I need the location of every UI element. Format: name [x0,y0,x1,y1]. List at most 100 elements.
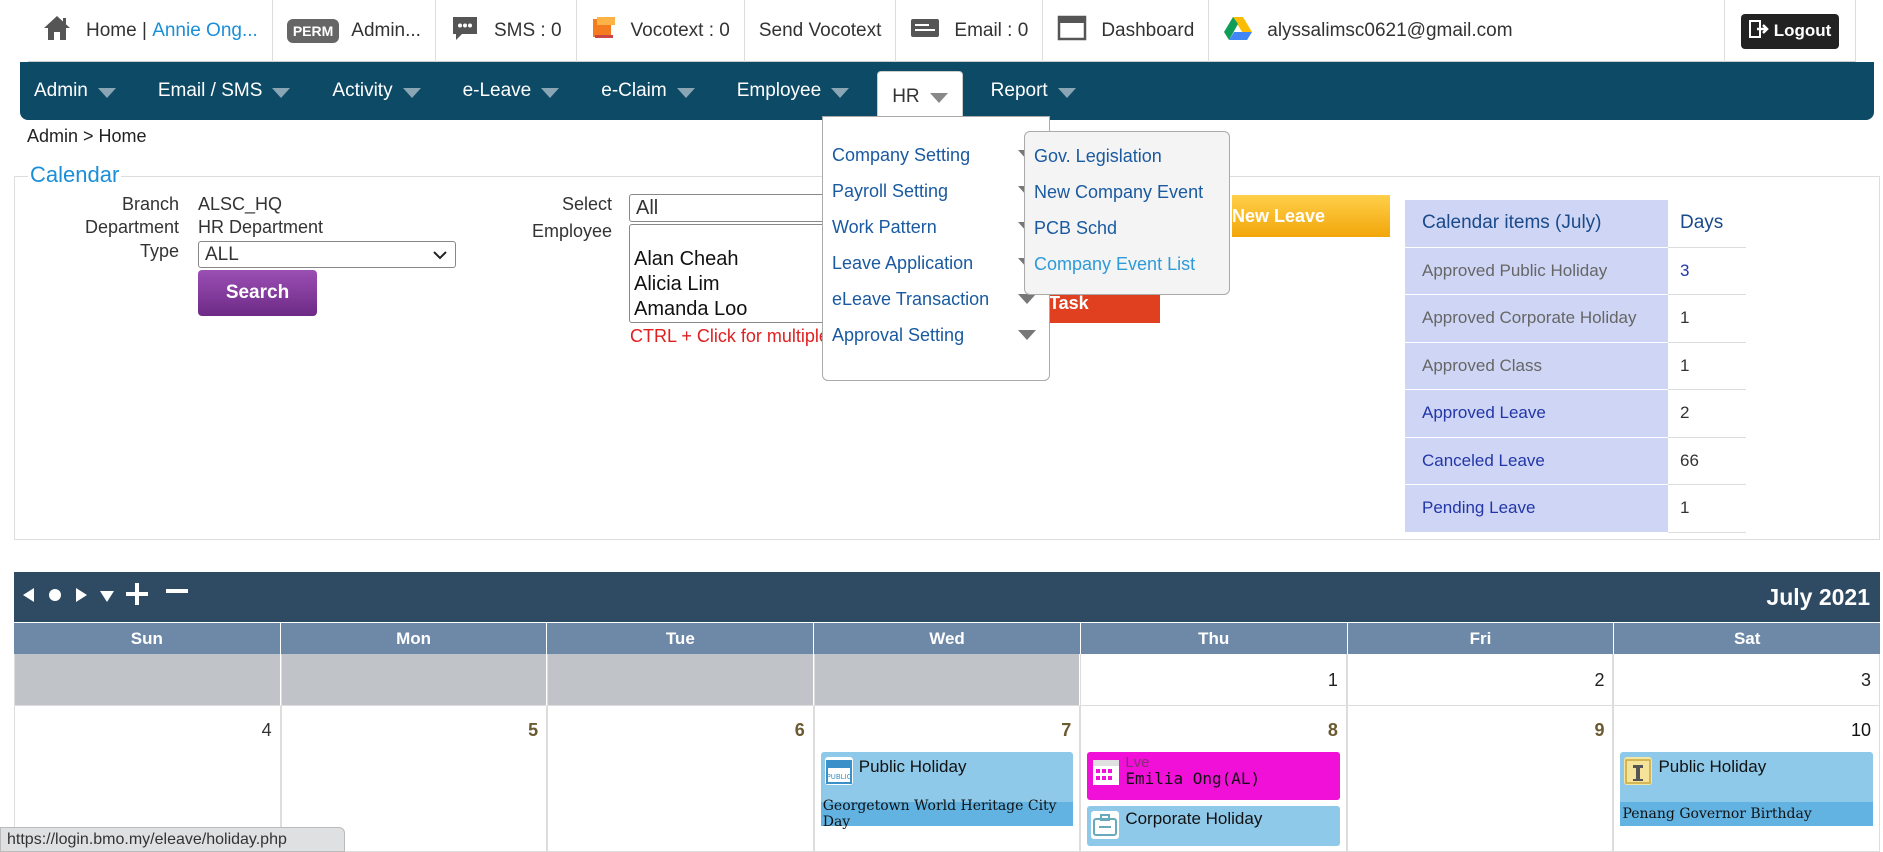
table-row[interactable]: Canceled Leave 66 [1405,437,1746,485]
public-holiday-event[interactable]: Public Holiday Penang Governor Birthday [1620,752,1874,826]
window-icon [1057,14,1087,48]
nav-hr[interactable]: HR [877,71,963,121]
home-link[interactable]: Home | Annie Ong... [28,0,273,62]
table-row[interactable]: Approved Class 1 [1405,342,1746,390]
dashboard-link[interactable]: Dashboard [1043,0,1210,62]
submenu-company-event-list[interactable]: Company Event List [1025,246,1229,282]
email-item[interactable]: Email : 0 [896,0,1044,62]
event-subtitle: Georgetown World Heritage City Day [820,798,1074,830]
calendar-day[interactable]: 10 Public Holiday Penang Governor Birthd… [1613,706,1881,852]
chevron-down-icon [541,87,560,98]
submenu-pcb-schd[interactable]: PCB Schd [1025,210,1229,246]
menu-item-approval-setting[interactable]: Approval Setting [823,317,1049,353]
plus-icon[interactable] [124,581,150,613]
table-row[interactable]: Approved Public Holiday 3 [1405,247,1746,295]
calendar-day[interactable]: 1 [1080,654,1347,706]
nav-email-sms-label: Email / SMS [157,80,263,101]
employee-select[interactable]: All [629,194,829,222]
day-number: 7 [1061,720,1072,740]
nav-report-label: Report [990,80,1048,101]
chevron-down-icon [676,87,695,98]
menu-item-payroll-setting[interactable]: Payroll Setting [823,173,1049,209]
table-row[interactable]: Pending Leave 1 [1405,485,1746,533]
list-item[interactable]: Alicia Lim [634,272,828,297]
logout-area: Logout [1724,0,1856,62]
submenu-new-company-event[interactable]: New Company Event [1025,174,1229,210]
table-row[interactable]: Approved Corporate Holiday 1 [1405,295,1746,343]
item-days: 3 [1668,248,1746,295]
nav-employee[interactable]: Employee [723,62,864,120]
item-days: 1 [1668,295,1746,343]
next-arrow-icon[interactable] [72,584,90,610]
weekday-fri: Fri [1347,623,1615,654]
branch-value: ALSC_HQ [198,194,283,214]
menu-item-label: Payroll Setting [832,180,949,201]
logout-button[interactable]: Logout [1740,13,1840,49]
vocotext-item[interactable]: Vocotext : 0 [577,0,745,62]
vocotext-count: Vocotext : 0 [630,20,730,41]
corporate-holiday-event[interactable]: Corporate Holiday [1087,806,1340,846]
google-drive-icon [1223,15,1253,47]
prev-arrow-icon[interactable] [20,584,38,610]
calendar-controls [20,581,190,613]
minus-icon[interactable] [164,581,190,613]
chevron-down-icon [929,93,948,103]
calendar-day-empty [813,654,1081,706]
type-select[interactable]: ALL [198,241,456,268]
briefcase-icon [1091,811,1120,839]
admin-perm-item[interactable]: PERM Admin... [273,0,436,62]
nav-admin[interactable]: Admin [20,62,130,120]
calendar-day[interactable]: 8 Lve Emilia Ong(AL) Corporate Holiday [1080,706,1347,852]
menu-item-leave-application[interactable]: Leave Application [823,245,1049,281]
list-item[interactable]: Alan Cheah [634,247,828,272]
chevron-down-icon [433,244,447,266]
calendar-day[interactable]: 2 [1346,654,1614,706]
nav-activity[interactable]: Activity [318,62,434,120]
table-row[interactable]: Approved Leave 2 [1405,390,1746,438]
google-drive-account[interactable]: alyssalimsc0621@gmail.com [1209,0,1526,62]
list-item[interactable]: Amanda Loo [634,297,828,322]
calendar-day[interactable]: 6 [547,706,814,852]
type-select-value: ALL [205,243,239,265]
vocotext-icon [591,15,617,47]
nav-email-sms[interactable]: Email / SMS [144,62,305,120]
email-icon [910,16,940,46]
admin-label: Admin... [351,20,421,41]
day-number: 4 [261,720,272,740]
days-header: Days [1668,200,1746,248]
weekday-tue: Tue [547,623,815,654]
send-vocotext-link[interactable]: Send Vocotext [745,0,897,62]
calendar-header: July 2021 [14,572,1880,622]
task-label: Task [1049,292,1089,313]
menu-item-company-setting[interactable]: Company Setting [823,137,1049,173]
item-label: Approved Public Holiday [1405,247,1668,295]
menu-item-work-pattern[interactable]: Work Pattern [823,209,1049,245]
sms-item[interactable]: SMS : 0 [436,0,577,62]
calendar-items-header: Calendar items (July) [1405,200,1668,248]
nav-report[interactable]: Report [977,62,1090,120]
submenu-gov-legislation[interactable]: Gov. Legislation [1025,138,1229,174]
nav-eleave[interactable]: e-Leave [449,62,574,120]
user-name-link[interactable]: Annie Ong... [152,20,258,42]
dashboard-label: Dashboard [1101,20,1195,41]
leave-event[interactable]: Lve Emilia Ong(AL) [1087,752,1340,800]
logout-icon [1748,19,1771,44]
menu-item-label: Work Pattern [832,216,937,237]
calendar-day[interactable]: 7 PUBLIC Public Holiday Georgetown World… [813,706,1081,852]
nav-eclaim[interactable]: e-Claim [587,62,708,120]
calendar-day[interactable]: 9 [1346,706,1614,852]
chevron-down-icon [272,87,291,98]
item-label: Approved Leave [1405,390,1668,438]
employee-list[interactable]: Alan Cheah Alicia Lim Amanda Loo [629,224,829,323]
menu-item-eleave-transaction[interactable]: eLeave Transaction [823,281,1049,317]
today-dot-icon[interactable] [46,584,64,610]
dropdown-arrow-icon[interactable] [98,584,116,610]
item-label: Approved Corporate Holiday [1405,295,1668,343]
calendar-day[interactable]: 3 [1613,654,1881,706]
public-holiday-event[interactable]: PUBLIC Public Holiday Georgetown World H… [820,752,1074,830]
nav-hr-label: HR [892,85,920,107]
menu-item-label: Approval Setting [832,324,965,345]
search-button[interactable]: Search [198,270,317,316]
new-leave-button[interactable]: New Leave [1232,195,1390,237]
nav-activity-label: Activity [332,80,393,101]
